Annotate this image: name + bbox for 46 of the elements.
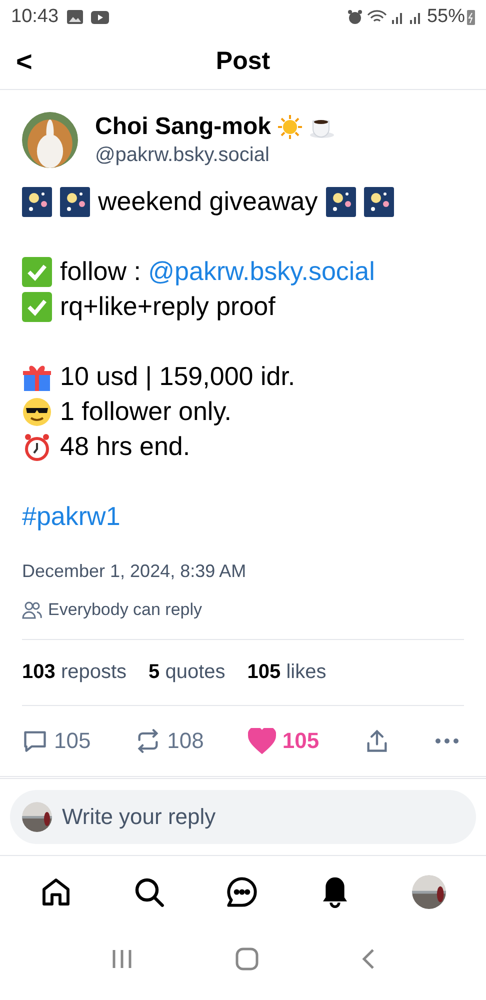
reply-permission[interactable]: Everybody can reply [48, 597, 202, 622]
people-icon [22, 600, 42, 619]
battery-percent: 55% [426, 4, 465, 29]
reply-field[interactable]: Write your reply [10, 790, 476, 844]
page-title: Post [216, 46, 270, 77]
image-icon [66, 10, 83, 24]
more-icon [434, 736, 460, 744]
like-button[interactable]: 105 [248, 724, 320, 757]
fireworks-icon [60, 186, 90, 216]
stat-count[interactable]: 5 quotes [148, 657, 226, 687]
search-icon[interactable] [133, 876, 166, 908]
fireworks-icon [22, 186, 52, 216]
alarm-clock-icon [22, 432, 52, 462]
recent-apps-icon[interactable] [111, 949, 133, 969]
author-name[interactable]: Choi Sang-mok [95, 112, 272, 142]
home-button-icon[interactable] [235, 947, 259, 971]
fireworks-icon [326, 186, 356, 216]
checkmark-icon [22, 256, 52, 286]
post-text: 10 usd | 159,000 idr. [60, 360, 296, 393]
battery-icon [467, 10, 475, 24]
author-handle[interactable]: @pakrw.bsky.social [95, 142, 336, 168]
signal-icon [390, 10, 405, 24]
status-time: 10:43 [11, 4, 59, 29]
checkmark-icon [22, 292, 52, 322]
sunglasses-emoji-icon [22, 396, 52, 426]
stat-count[interactable]: 103 reposts [22, 657, 127, 687]
back-icon[interactable] [361, 948, 375, 970]
post-text: 1 follower only. [60, 395, 232, 428]
post-link[interactable]: @pakrw.bsky.social [148, 256, 375, 286]
sun-icon [277, 114, 304, 140]
post-text: follow : @pakrw.bsky.social [60, 255, 375, 288]
post-text: 48 hrs end. [60, 430, 190, 463]
video-icon [90, 10, 109, 24]
home-icon[interactable] [40, 876, 72, 908]
post-text: weekend giveaway [98, 185, 318, 218]
fireworks-icon [364, 186, 394, 216]
more-button[interactable] [434, 736, 460, 744]
signal-icon [408, 10, 423, 24]
back-button[interactable]: < [16, 40, 32, 82]
chat-icon[interactable] [226, 876, 258, 908]
repost-button[interactable]: 108 [135, 724, 204, 757]
post-date: December 1, 2024, 8:39 AM [22, 560, 248, 583]
post-link[interactable]: #pakrw1 [22, 501, 120, 531]
stat-count[interactable]: 105 likes [247, 657, 326, 687]
reply-button[interactable]: 105 [22, 724, 91, 757]
post-text: rq+like+reply proof [60, 290, 276, 323]
